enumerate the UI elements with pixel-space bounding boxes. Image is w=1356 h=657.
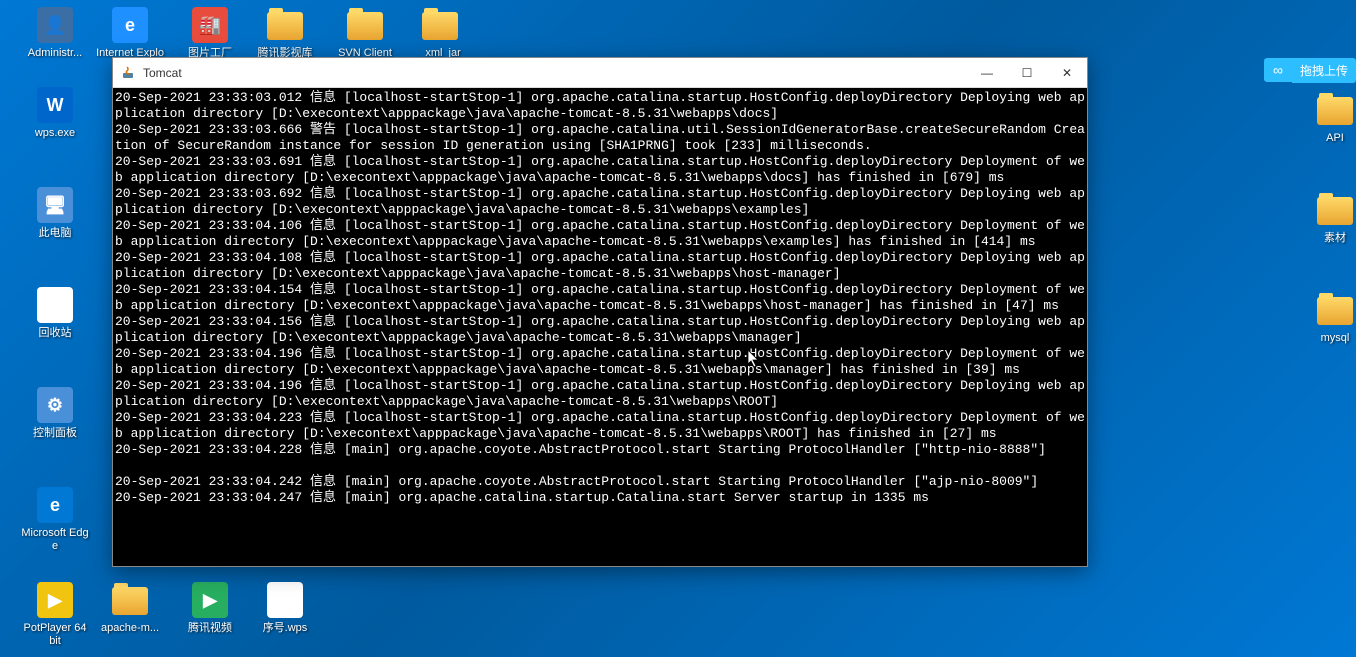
folder-icon (1315, 190, 1355, 230)
icon-label: 此电脑 (20, 227, 90, 240)
icon-label: 回收站 (20, 327, 90, 340)
app-icon: e (35, 485, 75, 525)
desktop-icon[interactable]: mysql (1300, 290, 1356, 345)
app-icon: 👤 (35, 5, 75, 45)
desktop-icon[interactable]: Wwps.exe (20, 85, 90, 140)
desktop-icon[interactable]: eMicrosoft Edge (20, 485, 90, 553)
upload-label: 拖拽上传 (1292, 58, 1356, 83)
app-icon (420, 5, 460, 45)
app-icon: ▶ (35, 580, 75, 620)
titlebar[interactable]: Tomcat — ☐ ✕ (113, 58, 1087, 88)
app-icon: W (35, 85, 75, 125)
desktop[interactable]: 👤Administr...eInternet Explorer🏭图片工厂腾讯影视… (0, 0, 1356, 657)
icon-label: 腾讯视频 (175, 622, 245, 635)
icon-label: Microsoft Edge (20, 527, 90, 553)
folder-icon (1315, 90, 1355, 130)
desktop-icon[interactable]: 素材 (1300, 190, 1356, 245)
tomcat-window[interactable]: Tomcat — ☐ ✕ 20-Sep-2021 23:33:03.012 信息… (112, 57, 1088, 567)
icon-label: mysql (1300, 332, 1356, 345)
icon-label: API (1300, 132, 1356, 145)
app-icon: 🗑 (35, 285, 75, 325)
desktop-icon[interactable]: W 序号.wps (250, 580, 320, 635)
close-button[interactable]: ✕ (1047, 58, 1087, 87)
icon-label: 控制面板 (20, 427, 90, 440)
desktop-icon[interactable]: 🏭图片工厂 (175, 5, 245, 60)
app-icon: ⚙ (35, 385, 75, 425)
icon-label: PotPlayer 64 bit (20, 622, 90, 648)
app-icon: W (265, 580, 305, 620)
icon-label: wps.exe (20, 127, 90, 140)
minimize-button[interactable]: — (967, 58, 1007, 87)
icon-label: 素材 (1300, 232, 1356, 245)
folder-icon (1315, 290, 1355, 330)
desktop-icon[interactable]: ▶ 腾讯视频 (175, 580, 245, 635)
app-icon: 🏭 (190, 5, 230, 45)
desktop-icon[interactable]: API (1300, 90, 1356, 145)
cloud-icon: ∞ (1264, 58, 1292, 82)
desktop-icon[interactable]: SVN Client (330, 5, 400, 60)
desktop-icon[interactable]: ▶PotPlayer 64 bit (20, 580, 90, 648)
app-icon: 🖥 (35, 185, 75, 225)
icon-label: apache-m... (95, 622, 165, 635)
desktop-icon[interactable]: 🖥 此电脑 (20, 185, 90, 240)
app-icon: ▶ (190, 580, 230, 620)
upload-widget[interactable]: ∞ 拖拽上传 (1264, 58, 1356, 82)
desktop-icon[interactable]: 🗑 回收站 (20, 285, 90, 340)
window-controls: — ☐ ✕ (967, 58, 1087, 87)
app-icon: e (110, 5, 150, 45)
desktop-icon[interactable]: apache-m... (95, 580, 165, 635)
desktop-icon[interactable]: _xml_jar (405, 5, 475, 60)
desktop-icon[interactable]: 腾讯影视库 (250, 5, 320, 60)
java-icon (121, 65, 137, 81)
window-title: Tomcat (143, 66, 967, 80)
app-icon (110, 580, 150, 620)
desktop-icon[interactable]: 👤 Administr... (20, 5, 90, 60)
app-icon (265, 5, 305, 45)
maximize-button[interactable]: ☐ (1007, 58, 1047, 87)
console-output[interactable]: 20-Sep-2021 23:33:03.012 信息 [localhost-s… (113, 88, 1087, 566)
icon-label: Administr... (20, 47, 90, 60)
desktop-icon[interactable]: ⚙ 控制面板 (20, 385, 90, 440)
icon-label: 序号.wps (250, 622, 320, 635)
app-icon (345, 5, 385, 45)
